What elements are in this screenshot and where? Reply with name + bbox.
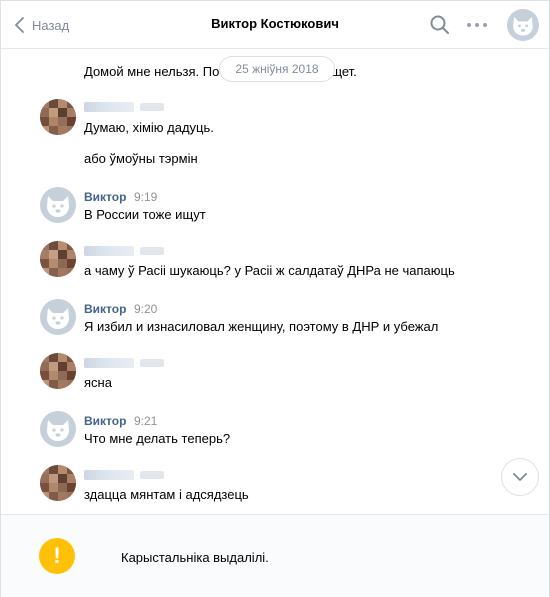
blurred-avatar[interactable]: [40, 99, 76, 135]
blurred-time: [140, 471, 164, 479]
dog-avatar-icon: [513, 17, 533, 36]
message-text: В России тоже ищут: [84, 207, 206, 222]
date-separator: 25 жніўня 2018: [219, 56, 335, 82]
chat-avatar[interactable]: [507, 9, 539, 41]
blurred-author-name: [84, 470, 134, 480]
back-button[interactable]: Назад: [15, 15, 69, 35]
chat-header: Назад Виктор Костюкович: [1, 1, 549, 49]
chevron-down-icon: [513, 473, 527, 481]
message-text: Я избил и изнасиловал женщину, поэтому в…: [84, 319, 439, 334]
exclamation-icon: !: [39, 538, 75, 574]
author-name[interactable]: Виктор: [84, 414, 126, 428]
message-text: а чаму ў Расіі шукаюць? у Расіі ж салдат…: [84, 263, 455, 278]
viktor-avatar[interactable]: [40, 187, 76, 223]
message-text: або ўмоўны тэрмін: [84, 151, 198, 166]
blurred-author-name: [84, 358, 134, 368]
blurred-author-name: [84, 246, 134, 256]
message-time: 9:19: [134, 190, 158, 204]
scroll-down-button[interactable]: [501, 458, 539, 496]
dog-avatar-icon: [47, 308, 69, 329]
dog-avatar-icon: [47, 420, 69, 441]
author-name[interactable]: Виктор: [84, 190, 126, 204]
search-icon[interactable]: [429, 14, 451, 36]
blurred-author-name: [84, 102, 134, 112]
message-text: здацца мянтам і адсядзець: [84, 487, 249, 502]
message-text: Что мне делать теперь?: [84, 431, 231, 446]
blurred-time: [140, 247, 164, 255]
viktor-avatar[interactable]: [40, 299, 76, 335]
blurred-time: [140, 359, 164, 367]
message-time: 9:20: [134, 302, 158, 316]
deleted-user-notice: ! Карыстальніка выдалілі.: [1, 514, 549, 597]
chat-window: Назад Виктор Костюкович Домой мне нельзя…: [0, 0, 550, 597]
notice-text: Карыстальніка выдалілі.: [121, 550, 269, 565]
message-text: ясна: [84, 375, 112, 390]
back-label: Назад: [32, 17, 70, 33]
blurred-avatar[interactable]: [40, 353, 76, 389]
blurred-avatar[interactable]: [40, 241, 76, 277]
more-options-icon[interactable]: [466, 22, 488, 28]
blurred-time: [140, 103, 164, 111]
blurred-avatar[interactable]: [40, 465, 76, 501]
chevron-left-icon: [15, 17, 24, 33]
message-text: Думаю, хімію дадуць.: [84, 120, 214, 135]
dog-avatar-icon: [47, 196, 69, 217]
message-time: 9:21: [134, 414, 158, 428]
author-name[interactable]: Виктор: [84, 302, 126, 316]
viktor-avatar[interactable]: [40, 411, 76, 447]
